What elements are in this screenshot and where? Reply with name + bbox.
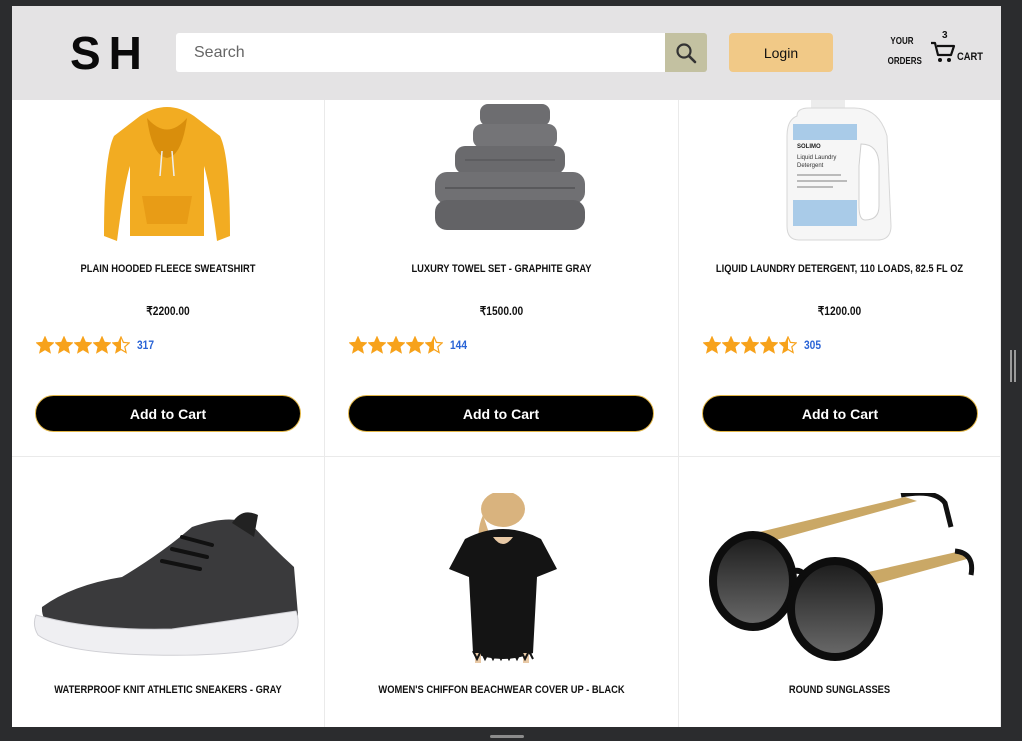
product-image-coverup[interactable] bbox=[445, 493, 561, 665]
rating: 317 bbox=[36, 335, 157, 355]
product-title[interactable]: WOMEN'S CHIFFON BEACHWEAR COVER UP - BLA… bbox=[351, 684, 651, 696]
rating: 144 bbox=[349, 335, 470, 355]
star-icon bbox=[74, 336, 92, 354]
cart-label: CART bbox=[957, 51, 983, 63]
star-icon bbox=[387, 336, 405, 354]
product-image-sneaker[interactable] bbox=[32, 507, 304, 657]
star-icon bbox=[368, 336, 386, 354]
product-image-towels[interactable] bbox=[425, 96, 585, 236]
detergent-label-line: Detergent bbox=[797, 163, 824, 169]
product-card: ROUND SUNGLASSES bbox=[679, 457, 1001, 727]
top-header: SH Login YOUR ORDERS 3 CART bbox=[12, 6, 1001, 100]
rating-count[interactable]: 317 bbox=[137, 338, 154, 352]
search-icon bbox=[676, 42, 697, 63]
add-to-cart-button[interactable]: Add to Cart bbox=[702, 395, 978, 432]
product-card: WOMEN'S CHIFFON BEACHWEAR COVER UP - BLA… bbox=[325, 457, 679, 727]
star-icon bbox=[779, 336, 797, 354]
star-icon bbox=[425, 336, 443, 354]
login-button[interactable]: Login bbox=[729, 33, 833, 72]
product-image-sunglasses[interactable] bbox=[705, 493, 975, 663]
search-bar bbox=[176, 33, 707, 72]
rating: 305 bbox=[703, 335, 824, 355]
star-icon bbox=[36, 336, 54, 354]
star-icon bbox=[722, 336, 740, 354]
star-icon bbox=[703, 336, 721, 354]
star-icon bbox=[93, 336, 111, 354]
product-price: ₹1200.00 bbox=[817, 304, 862, 318]
search-input[interactable] bbox=[176, 33, 665, 72]
product-card: WATERPROOF KNIT ATHLETIC SNEAKERS - GRAY bbox=[12, 457, 325, 727]
rating-stars-icon bbox=[349, 336, 444, 354]
product-title[interactable]: ROUND SUNGLASSES bbox=[703, 684, 976, 696]
star-icon bbox=[55, 336, 73, 354]
add-to-cart-button[interactable]: Add to Cart bbox=[348, 395, 654, 432]
rating-count[interactable]: 305 bbox=[804, 338, 821, 352]
rating-stars-icon bbox=[703, 336, 798, 354]
star-icon bbox=[760, 336, 778, 354]
product-title[interactable]: PLAIN HOODED FLEECE SWEATSHIRT bbox=[35, 263, 300, 275]
detergent-label-line: Liquid Laundry bbox=[797, 155, 836, 161]
cart-button[interactable]: 3 CART bbox=[930, 30, 986, 70]
product-title[interactable]: LUXURY TOWEL SET - GRAPHITE GRAY bbox=[351, 263, 651, 275]
rating-count[interactable]: 144 bbox=[450, 338, 467, 352]
site-logo[interactable]: SH bbox=[70, 30, 150, 76]
add-to-cart-button[interactable]: Add to Cart bbox=[35, 395, 301, 432]
star-icon bbox=[741, 336, 759, 354]
orders-line-1: YOUR bbox=[890, 36, 914, 47]
star-icon bbox=[112, 336, 130, 354]
your-orders-link[interactable]: YOUR ORDERS bbox=[887, 32, 922, 72]
page-viewport: PLAIN HOODED FLEECE SWEATSHIRT ₹2200.00 … bbox=[12, 6, 1001, 727]
search-button[interactable] bbox=[665, 33, 707, 72]
bottom-resize-handle[interactable] bbox=[490, 735, 524, 738]
vertical-scroll-handle[interactable] bbox=[1010, 350, 1016, 382]
star-icon bbox=[349, 336, 367, 354]
cart-icon bbox=[931, 41, 956, 62]
product-image-hoodie[interactable] bbox=[92, 96, 242, 246]
detergent-brand-label: SOLIMO bbox=[797, 144, 821, 150]
product-title[interactable]: WATERPROOF KNIT ATHLETIC SNEAKERS - GRAY bbox=[35, 684, 300, 696]
product-price: ₹1500.00 bbox=[479, 304, 524, 318]
rating-stars-icon bbox=[36, 336, 131, 354]
product-title[interactable]: LIQUID LAUNDRY DETERGENT, 110 LOADS, 82.… bbox=[703, 263, 976, 275]
star-icon bbox=[406, 336, 424, 354]
product-image-detergent[interactable]: SOLIMO Liquid Laundry Detergent bbox=[779, 96, 899, 242]
orders-line-2: ORDERS bbox=[887, 56, 922, 67]
product-price: ₹2200.00 bbox=[146, 304, 190, 318]
